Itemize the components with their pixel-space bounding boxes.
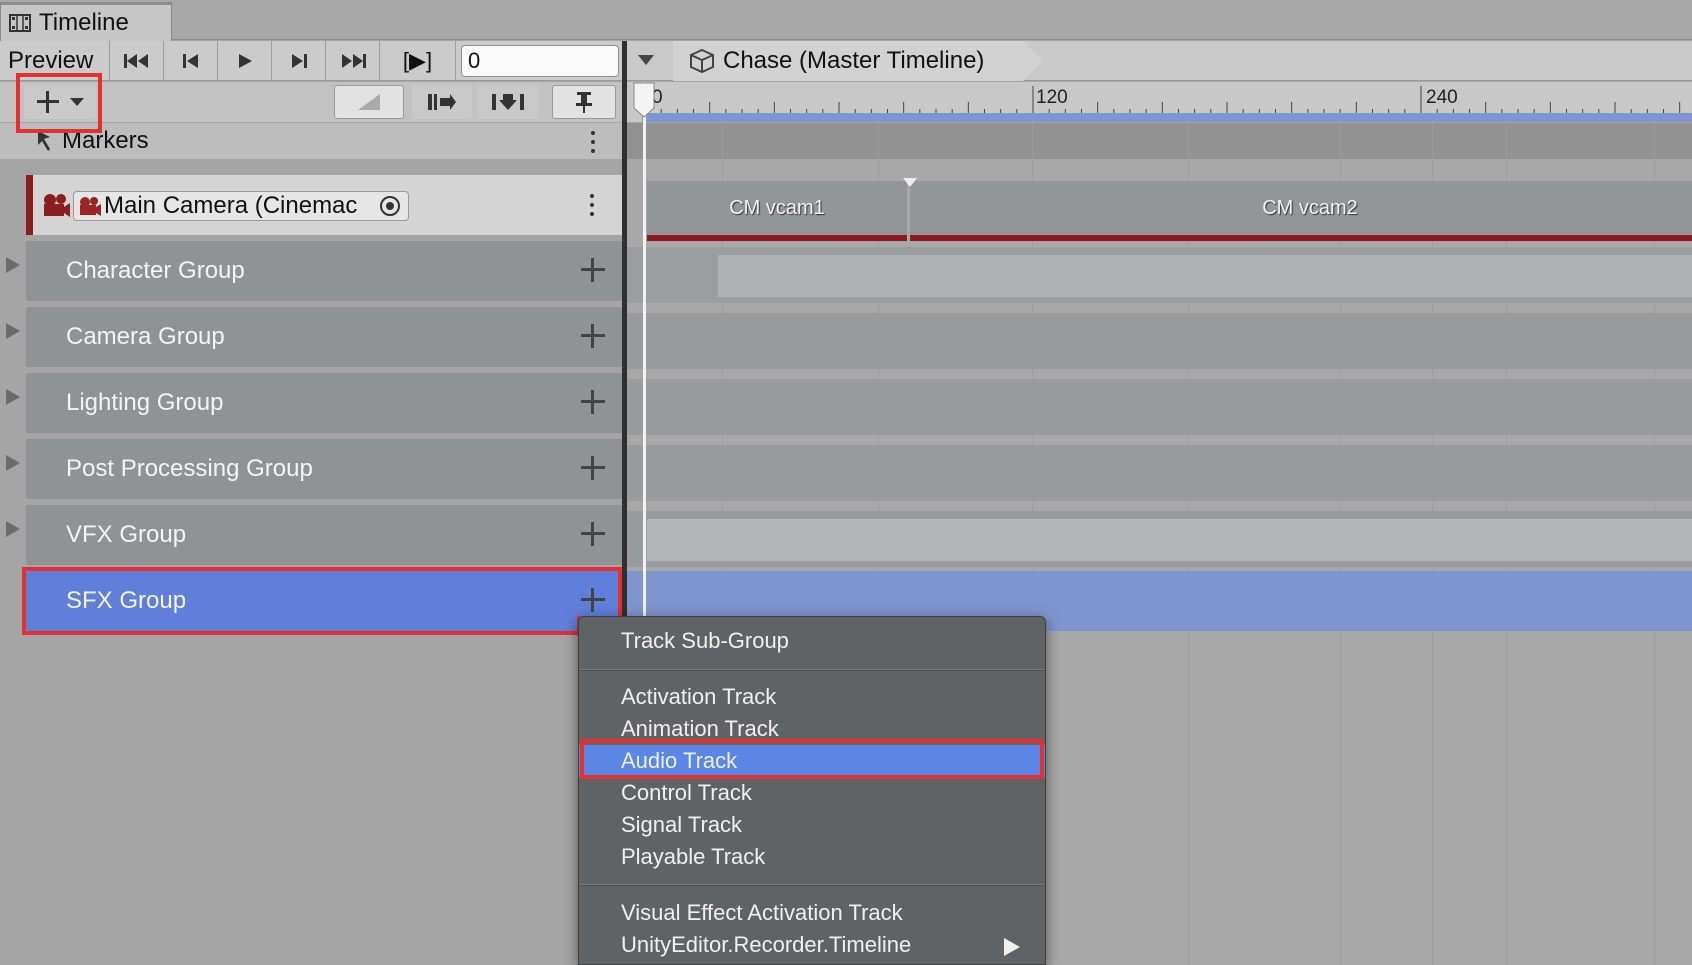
marker-pin-icon bbox=[36, 129, 54, 153]
plus-icon bbox=[37, 91, 59, 113]
insert-icon bbox=[492, 94, 524, 110]
plus-icon[interactable] bbox=[580, 257, 606, 283]
breadcrumb-title: Chase (Master Timeline) bbox=[723, 47, 985, 74]
ripple-mode-button[interactable] bbox=[412, 85, 472, 119]
expand-arrow-icon[interactable] bbox=[6, 455, 20, 471]
current-frame-field[interactable] bbox=[461, 45, 619, 77]
markers-menu-icon[interactable] bbox=[591, 131, 595, 153]
group-track-label: Character Group bbox=[66, 257, 245, 284]
lane-clips bbox=[647, 519, 1692, 561]
timeline-tab[interactable]: Timeline bbox=[0, 2, 172, 41]
markers-label: Markers bbox=[62, 127, 149, 154]
timeline-header: Chase (Master Timeline) bbox=[627, 41, 1692, 81]
cube-icon bbox=[689, 48, 715, 74]
post-processing-lane bbox=[627, 445, 1692, 501]
previous-frame-button[interactable] bbox=[164, 41, 218, 81]
camera-track-menu-icon[interactable] bbox=[590, 194, 594, 216]
play-icon bbox=[238, 54, 252, 68]
menu-item-playable-track[interactable]: Playable Track bbox=[579, 841, 1045, 873]
menu-separator bbox=[579, 884, 1045, 886]
next-frame-button[interactable] bbox=[272, 41, 326, 81]
blend-marker-icon bbox=[903, 178, 917, 188]
go-to-end-button[interactable] bbox=[326, 41, 380, 81]
menu-item-audio-track[interactable]: Audio Track bbox=[579, 745, 1045, 777]
markers-track[interactable]: Markers bbox=[0, 123, 622, 159]
ruler-label-120: 120 bbox=[1036, 87, 1068, 108]
group-track-label: SFX Group bbox=[66, 587, 187, 614]
breadcrumb[interactable]: Chase (Master Timeline) bbox=[673, 41, 1043, 81]
ripple-icon bbox=[428, 94, 456, 110]
menu-item-track-sub-group[interactable]: Track Sub-Group bbox=[579, 625, 1045, 657]
add-track-button[interactable] bbox=[24, 85, 96, 119]
submenu-arrow-icon bbox=[1003, 937, 1021, 957]
menu-separator bbox=[579, 669, 1045, 671]
group-track[interactable]: Character Group bbox=[26, 241, 622, 301]
lighting-lane bbox=[627, 379, 1692, 435]
chevron-down-icon[interactable] bbox=[637, 54, 655, 66]
sfx-group-track[interactable]: SFX Group bbox=[26, 571, 622, 631]
ramp-icon bbox=[358, 94, 380, 110]
character-lane bbox=[627, 247, 1692, 303]
camera-binding-field[interactable]: Main Camera (Cinemac bbox=[73, 191, 409, 221]
camera-lane bbox=[627, 313, 1692, 369]
snap-toggle[interactable] bbox=[334, 85, 404, 119]
playback-toolbar: Preview [▶] bbox=[0, 41, 626, 81]
plus-icon[interactable] bbox=[580, 521, 606, 547]
film-icon bbox=[9, 13, 31, 33]
go-to-end-icon bbox=[341, 54, 366, 68]
object-picker-icon[interactable] bbox=[378, 194, 402, 218]
go-to-start-button[interactable] bbox=[110, 41, 164, 81]
menu-item-visual-effect-activation-track[interactable]: Visual Effect Activation Track bbox=[579, 897, 1045, 929]
camera-track[interactable]: Main Camera (Cinemac bbox=[26, 175, 622, 235]
go-to-start-icon bbox=[123, 54, 148, 68]
camera-clip[interactable]: CM vcam1 bbox=[647, 181, 907, 241]
next-frame-icon bbox=[291, 54, 307, 68]
track-toolbar bbox=[0, 82, 622, 122]
plus-icon[interactable] bbox=[580, 455, 606, 481]
expand-arrow-icon[interactable] bbox=[6, 521, 20, 537]
menu-item-animation-track[interactable]: Animation Track bbox=[579, 713, 1045, 745]
play-range-button[interactable]: [▶] bbox=[380, 41, 456, 81]
play-button[interactable] bbox=[218, 41, 272, 81]
timeline-tab-label: Timeline bbox=[39, 9, 129, 36]
group-track[interactable]: Camera Group bbox=[26, 307, 622, 367]
play-range-band bbox=[642, 113, 1692, 122]
expand-arrow-icon[interactable] bbox=[6, 323, 20, 339]
cinemachine-icon bbox=[41, 191, 71, 219]
pin-icon bbox=[576, 92, 592, 113]
group-track[interactable]: Post Processing Group bbox=[26, 439, 622, 499]
group-track-label: Lighting Group bbox=[66, 389, 224, 416]
time-ruler[interactable]: 0 120 240 bbox=[627, 82, 1692, 122]
previous-frame-icon bbox=[182, 54, 198, 68]
camera-clip[interactable]: CM vcam2 bbox=[910, 181, 1692, 241]
group-track-label: Camera Group bbox=[66, 323, 225, 350]
group-track[interactable]: VFX Group bbox=[26, 505, 622, 565]
plus-icon[interactable] bbox=[580, 587, 606, 613]
expand-arrow-icon[interactable] bbox=[6, 389, 20, 405]
menu-item-activation-track[interactable]: Activation Track bbox=[579, 681, 1045, 713]
markers-lane bbox=[627, 123, 1692, 159]
plus-icon[interactable] bbox=[580, 389, 606, 415]
camera-object-icon bbox=[78, 195, 102, 217]
playhead-handle-icon[interactable] bbox=[633, 82, 655, 118]
tab-strip: Timeline bbox=[0, 0, 1692, 41]
menu-item-signal-track[interactable]: Signal Track bbox=[579, 809, 1045, 841]
add-track-menu: Track Sub-Group Activation Track Animati… bbox=[578, 616, 1046, 965]
ruler-label-240: 240 bbox=[1426, 87, 1458, 108]
group-track[interactable]: Lighting Group bbox=[26, 373, 622, 433]
camera-binding-label: Main Camera (Cinemac bbox=[104, 192, 358, 219]
expand-arrow-icon[interactable] bbox=[6, 257, 20, 273]
menu-item-control-track[interactable]: Control Track bbox=[579, 777, 1045, 809]
plus-icon[interactable] bbox=[580, 323, 606, 349]
group-track-label: Post Processing Group bbox=[66, 455, 313, 482]
insert-mode-button[interactable] bbox=[478, 85, 538, 119]
lane-clips bbox=[718, 255, 1692, 297]
chevron-down-icon bbox=[70, 98, 84, 106]
vfx-lane bbox=[627, 511, 1692, 567]
menu-item-recorder-timeline[interactable]: UnityEditor.Recorder.Timeline bbox=[579, 929, 1045, 961]
group-track-label: VFX Group bbox=[66, 521, 187, 548]
pin-button[interactable] bbox=[552, 85, 616, 119]
preview-button[interactable]: Preview bbox=[0, 41, 110, 81]
